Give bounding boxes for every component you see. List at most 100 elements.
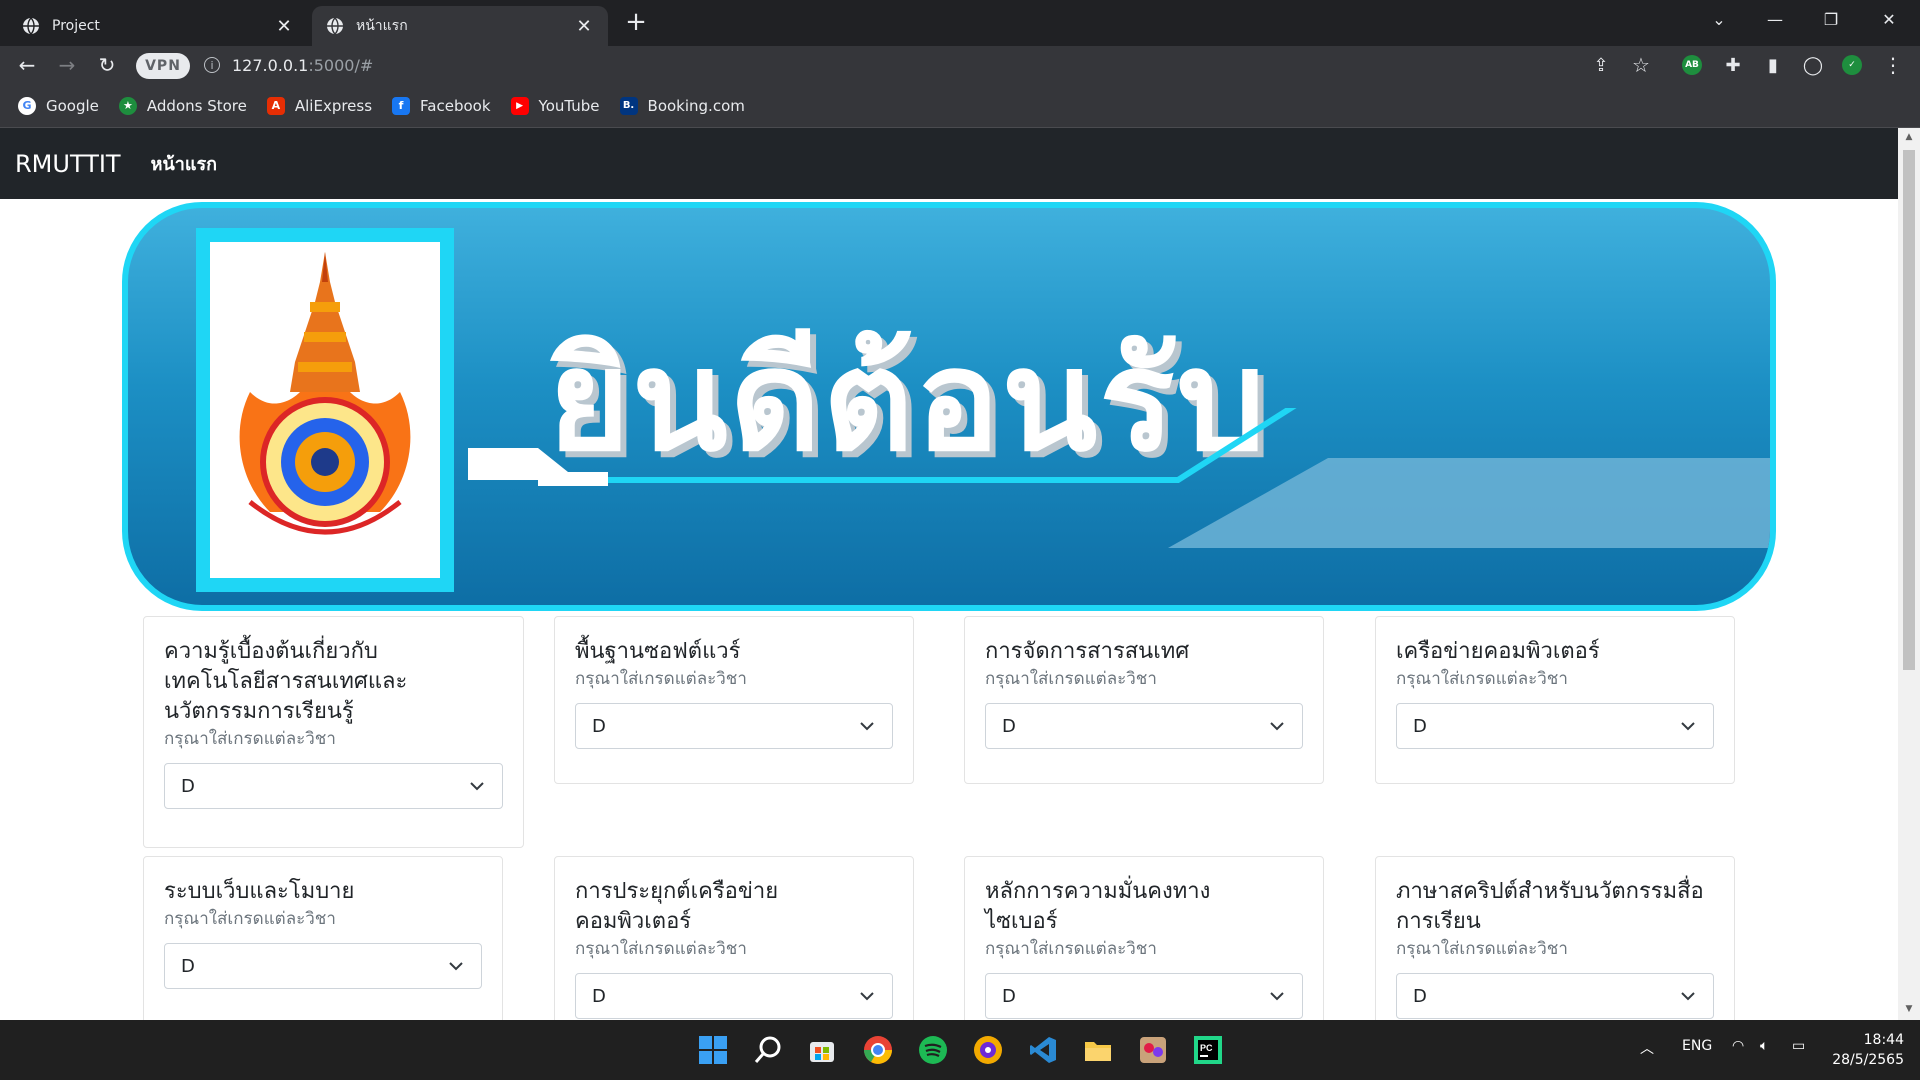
course-card: เครือข่ายคอมพิวเตอร์ กรุณาใส่เกรดแต่ละวิ… — [1375, 616, 1735, 784]
address-bar[interactable]: i 127.0.0.1:5000/# — [196, 50, 1616, 80]
bookmark-aliexpress[interactable]: A AliExpress — [266, 96, 372, 115]
tab-home[interactable]: หน้าแรก ✕ — [312, 6, 608, 46]
tray-overflow-icon[interactable]: ︿ — [1640, 1038, 1654, 1058]
forward-button[interactable]: → — [52, 50, 82, 80]
brand-logo-text[interactable]: RMUTTIT — [15, 150, 121, 178]
tab-project[interactable]: Project ✕ — [8, 6, 308, 46]
vpn-badge[interactable]: VPN — [136, 53, 190, 79]
grade-value: D — [1002, 985, 1016, 1007]
file-explorer-icon[interactable] — [1082, 1034, 1114, 1066]
course-title: การจัดการสารสนเทศ — [985, 639, 1190, 664]
course-title: พื้นฐานซอฟต์แวร์ — [575, 639, 741, 664]
booking-icon: B. — [619, 96, 638, 115]
bookmark-youtube[interactable]: ▶ YouTube — [510, 96, 600, 115]
site-info-icon[interactable]: i — [204, 57, 220, 73]
grade-value: D — [592, 985, 606, 1007]
share-icon[interactable]: ⇪ — [1586, 50, 1616, 80]
site-navbar: RMUTTIT หน้าแรก — [0, 128, 1898, 199]
scroll-up-icon[interactable]: ▲ — [1903, 132, 1915, 144]
clock-time: 18:44 — [1863, 1032, 1904, 1048]
side-panel-icon[interactable]: ▮ — [1758, 50, 1788, 80]
grade-value: D — [1002, 715, 1016, 737]
chevron-down-icon — [1270, 992, 1284, 1001]
grade-value: D — [181, 955, 195, 977]
scroll-down-icon[interactable]: ▼ — [1903, 1004, 1915, 1016]
minimize-button[interactable]: — — [1752, 0, 1798, 38]
volume-icon[interactable]: 🔈︎ — [1760, 1038, 1768, 1054]
bookmark-star-icon[interactable]: ☆ — [1626, 50, 1656, 80]
grade-select[interactable]: D — [1396, 703, 1714, 749]
globe-icon — [23, 17, 39, 35]
course-card: ความรู้เบื้องต้นเกี่ยวกับเทคโนโลยีสารสนเ… — [143, 616, 524, 848]
chevron-down-icon — [1681, 992, 1695, 1001]
verified-extension-icon[interactable]: ✓ — [1842, 55, 1862, 75]
close-tab-icon[interactable]: ✕ — [574, 16, 594, 37]
aliexpress-icon: A — [266, 96, 285, 115]
grade-select[interactable]: D — [985, 703, 1303, 749]
extensions-puzzle-icon[interactable]: ✚ — [1718, 50, 1748, 80]
language-indicator[interactable]: ENG — [1682, 1038, 1712, 1054]
spotify-icon[interactable] — [917, 1034, 949, 1066]
battery-icon[interactable]: ▭ — [1792, 1038, 1805, 1054]
chevron-down-icon — [860, 992, 874, 1001]
new-tab-button[interactable]: + — [622, 7, 650, 37]
grade-value: D — [1413, 715, 1427, 737]
close-window-button[interactable]: ✕ — [1866, 0, 1912, 38]
browser-toolbar: ← → ↻ VPN i 127.0.0.1:5000/# ⇪ ☆ AB ✚ ▮ … — [0, 46, 1920, 84]
google-icon: G — [18, 96, 36, 115]
wifi-icon[interactable]: ◠ — [1732, 1038, 1744, 1054]
pycharm-icon[interactable]: PC — [1192, 1034, 1224, 1066]
tab-strip: Project ✕ หน้าแรก ✕ + ⌄ — ❐ ✕ — [0, 0, 1920, 46]
tab-search-icon[interactable]: ⌄ — [1696, 0, 1742, 38]
bookmark-facebook[interactable]: f Facebook — [392, 96, 491, 115]
course-hint: กรุณาใส่เกรดแต่ละวิชา — [575, 669, 747, 689]
bookmark-booking[interactable]: B. Booking.com — [619, 96, 745, 115]
youtube-icon: ▶ — [510, 96, 529, 115]
globe-icon — [327, 17, 343, 35]
search-icon[interactable] — [752, 1034, 784, 1066]
grade-select[interactable]: D — [164, 943, 482, 989]
welcome-banner: ยินดีต้อนรับ — [122, 202, 1776, 611]
banner-decoration — [468, 408, 1770, 548]
course-title: การประยุกต์เครือข่ายคอมพิวเตอร์ — [575, 879, 779, 934]
grade-select[interactable]: D — [575, 973, 893, 1019]
course-card: ระบบเว็บและโมบาย กรุณาใส่เกรดแต่ละวิชา D — [143, 856, 503, 1020]
menu-kebab-icon[interactable]: ⋮ — [1878, 50, 1908, 80]
grade-value: D — [181, 775, 195, 797]
course-hint: กรุณาใส่เกรดแต่ละวิชา — [985, 939, 1157, 959]
system-clock[interactable]: 18:44 28/5/2565 — [1832, 1030, 1904, 1070]
grade-select[interactable]: D — [1396, 973, 1714, 1019]
chevron-down-icon — [449, 962, 463, 971]
chevron-down-icon — [470, 782, 484, 791]
close-tab-icon[interactable]: ✕ — [274, 16, 294, 37]
course-title: เครือข่ายคอมพิวเตอร์ — [1396, 639, 1600, 664]
course-title: หลักการความมั่นคงทางไซเบอร์ — [985, 879, 1211, 934]
profile-icon[interactable]: ◯ — [1798, 50, 1828, 80]
course-title: ภาษาสคริปต์สำหรับนวัตกรรมสื่อการเรียน — [1396, 879, 1704, 934]
windows-start-icon[interactable] — [697, 1034, 729, 1066]
course-card: หลักการความมั่นคงทางไซเบอร์ กรุณาใส่เกรด… — [964, 856, 1324, 1020]
scrollbar-thumb[interactable] — [1903, 150, 1915, 670]
grade-select[interactable]: D — [575, 703, 893, 749]
reload-button[interactable]: ↻ — [92, 50, 122, 80]
course-card: การประยุกต์เครือข่ายคอมพิวเตอร์ กรุณาใส่… — [554, 856, 914, 1020]
bookmark-label: Booking.com — [647, 96, 745, 115]
back-button[interactable]: ← — [12, 50, 42, 80]
adblock-extension-icon[interactable]: AB — [1682, 55, 1702, 75]
store-icon[interactable] — [806, 1034, 838, 1066]
restore-button[interactable]: ❐ — [1808, 0, 1854, 38]
bookmark-google[interactable]: G Google — [18, 96, 99, 115]
chevron-down-icon — [860, 722, 874, 731]
chrome-icon[interactable] — [862, 1034, 894, 1066]
vscode-icon[interactable] — [1027, 1034, 1059, 1066]
grade-select[interactable]: D — [985, 973, 1303, 1019]
bookmark-addons-store[interactable]: ★ Addons Store — [118, 96, 247, 115]
bookmark-label: Google — [46, 96, 99, 115]
chevron-down-icon — [1270, 722, 1284, 731]
course-hint: กรุณาใส่เกรดแต่ละวิชา — [575, 939, 747, 959]
page-scrollbar[interactable]: ▲ ▼ — [1898, 128, 1920, 1020]
vpn-app-icon[interactable] — [972, 1034, 1004, 1066]
nav-home-link[interactable]: หน้าแรก — [151, 149, 217, 178]
game-app-icon[interactable] — [1137, 1034, 1169, 1066]
grade-select[interactable]: D — [164, 763, 503, 809]
